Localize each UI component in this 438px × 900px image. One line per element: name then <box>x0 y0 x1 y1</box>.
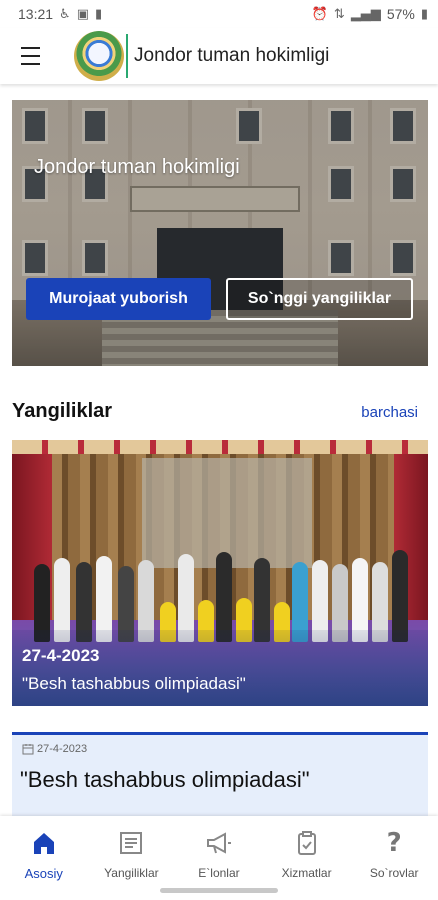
home-icon <box>29 828 59 858</box>
news-card-date: 27-4-2023 <box>37 743 88 755</box>
send-appeal-button[interactable]: Murojaat yuborish <box>26 278 211 320</box>
home-indicator[interactable] <box>160 888 278 893</box>
accessibility-icon: ♿ <box>59 6 71 22</box>
news-icon <box>116 828 146 858</box>
status-bar-right: ⏰ ⇅ ▂▄▆ 57% ▮ <box>312 6 428 22</box>
sim-icon: ▮ <box>95 6 103 22</box>
status-bar-left: 13:21 ♿ ▣ ▮ <box>18 6 102 22</box>
clipboard-icon <box>292 828 322 858</box>
status-bar: 13:21 ♿ ▣ ▮ ⏰ ⇅ ▂▄▆ 57% ▮ <box>0 0 438 28</box>
emblem-logo <box>74 31 124 81</box>
logo-divider <box>126 34 128 78</box>
megaphone-icon <box>204 828 234 858</box>
news-section-title: Yangiliklar <box>12 400 113 422</box>
calendar-icon <box>22 744 34 755</box>
status-time: 13:21 <box>18 6 54 22</box>
app-bar: Jondor tuman hokimligi <box>0 28 438 84</box>
app-title: Jondor tuman hokimligi <box>134 45 330 66</box>
featured-news-card[interactable]: 27-4-2023 "Besh tashabbus olimpiadasi" <box>12 440 428 706</box>
hero-banner: Jondor tuman hokimligi Murojaat yuborish… <box>12 100 428 366</box>
nav-item-asosiy[interactable]: Asosiy <box>0 816 88 900</box>
hero-title: Jondor tuman hokimligi <box>34 156 240 178</box>
news-list-card[interactable]: 27-4-2023 "Besh tashabbus olimpiadasi" <box>12 732 428 822</box>
news-card-date-row: 27-4-2023 <box>22 743 87 755</box>
signal-icon: ▂▄▆ <box>350 6 381 22</box>
featured-news-date: 27-4-2023 <box>22 646 100 665</box>
alarm-icon: ⏰ <box>311 6 328 22</box>
battery-level: 57% <box>386 6 415 22</box>
news-card-title: "Besh tashabbus olimpiadasi" <box>20 767 310 792</box>
nav-item-sorovlar[interactable]: ? So`rovlar <box>350 816 438 900</box>
latest-news-button[interactable]: So`nggi yangiliklar <box>226 278 413 320</box>
menu-icon <box>20 44 40 68</box>
news-photo-people <box>28 532 418 642</box>
nav-label-sorovlar: So`rovlar <box>369 866 419 880</box>
featured-news-caption: "Besh tashabbus olimpiadasi" <box>22 674 246 693</box>
data-icon: ⇅ <box>333 6 345 22</box>
see-all-link[interactable]: barchasi <box>361 404 418 421</box>
battery-icon: ▮ <box>420 6 428 22</box>
nav-label-asosiy: Asosiy <box>24 866 63 881</box>
nav-label-elonlar: E`lonlar <box>198 866 240 880</box>
menu-button[interactable] <box>0 28 60 84</box>
question-icon: ? <box>386 828 402 858</box>
nav-label-yangiliklar: Yangiliklar <box>104 866 159 880</box>
nav-label-xizmatlar: Xizmatlar <box>281 866 332 880</box>
image-icon: ▣ <box>76 6 89 22</box>
